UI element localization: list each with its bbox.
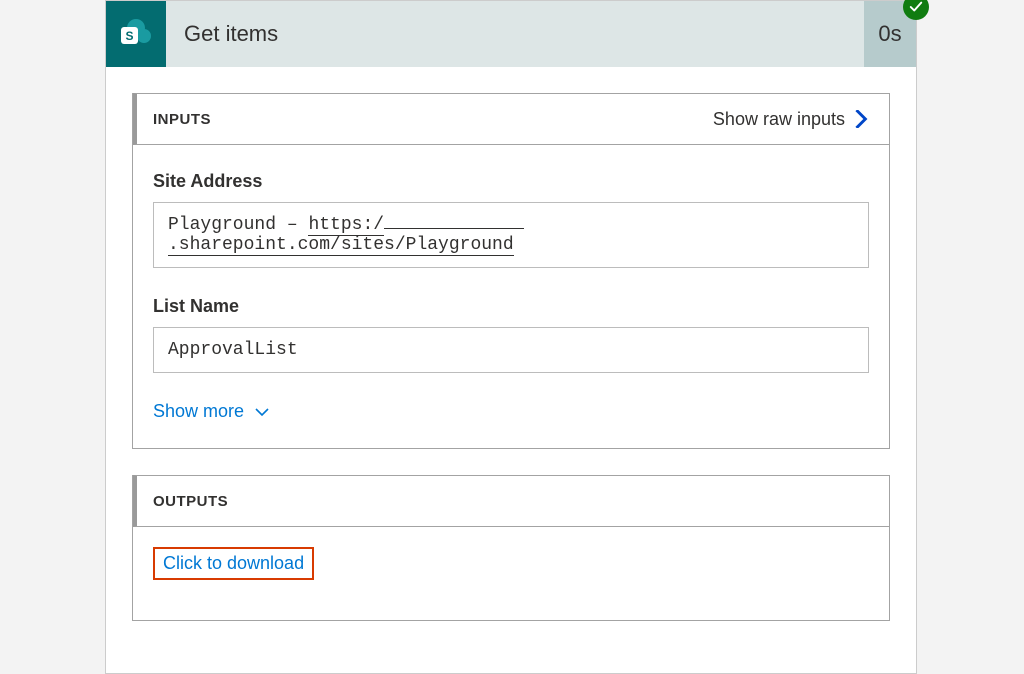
click-to-download-link[interactable]: Click to download — [153, 547, 314, 580]
inputs-header: INPUTS Show raw inputs — [133, 93, 889, 145]
site-address-label: Site Address — [153, 171, 869, 192]
inputs-title: INPUTS — [153, 111, 211, 128]
inputs-section: INPUTS Show raw inputs Site Address Play… — [132, 93, 890, 449]
action-title: Get items — [166, 1, 864, 67]
outputs-body: Click to download — [133, 527, 889, 620]
show-raw-inputs-label: Show raw inputs — [713, 109, 845, 130]
outputs-header: OUTPUTS — [133, 475, 889, 527]
redacted-segment — [384, 228, 524, 229]
inputs-body: Site Address Playground – https:/.sharep… — [133, 145, 889, 448]
chevron-right-icon — [853, 110, 871, 128]
list-name-value: ApprovalList — [153, 327, 869, 373]
chevron-down-icon — [254, 404, 270, 420]
site-address-value: Playground – https:/.sharepoint.com/site… — [153, 202, 869, 268]
show-more-label: Show more — [153, 401, 244, 422]
checkmark-icon — [909, 0, 923, 14]
card-body: INPUTS Show raw inputs Site Address Play… — [106, 67, 916, 673]
site-address-field: Site Address Playground – https:/.sharep… — [153, 171, 869, 268]
connector-icon-container: S — [106, 1, 166, 67]
show-raw-inputs-button[interactable]: Show raw inputs — [713, 109, 871, 130]
action-card-get-items: S Get items 0s INPUTS Show raw inputs S — [105, 0, 917, 674]
card-header[interactable]: S Get items 0s — [106, 1, 916, 67]
list-name-field: List Name ApprovalList — [153, 296, 869, 373]
outputs-title: OUTPUTS — [153, 493, 228, 510]
show-more-button[interactable]: Show more — [153, 401, 270, 422]
outputs-section: OUTPUTS Click to download — [132, 475, 890, 621]
list-name-label: List Name — [153, 296, 869, 317]
sharepoint-icon: S — [121, 19, 151, 49]
status-success-badge — [903, 0, 929, 20]
sharepoint-icon-letter: S — [121, 27, 138, 44]
